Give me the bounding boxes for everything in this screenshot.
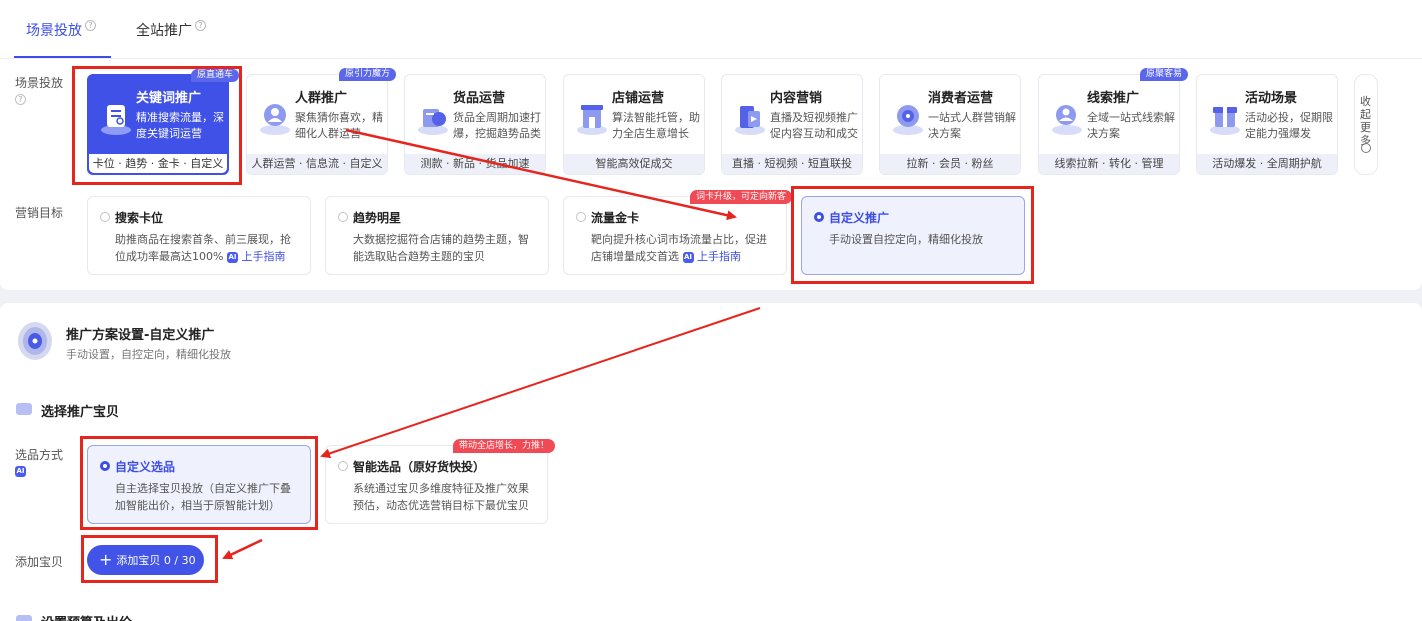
goal-row-label: 营销目标	[15, 206, 64, 220]
scene-card-content[interactable]: 内容营销 直播及短视频推广促内容互动和成交 直播 · 短视频 · 短直联投	[721, 74, 863, 175]
tab-all-site[interactable]: 全站推广?	[136, 20, 206, 40]
radio-button[interactable]	[100, 212, 110, 222]
section-icon	[16, 403, 32, 415]
active-tab-indicator	[14, 56, 111, 58]
scene-row-label: 场景投放?	[15, 76, 64, 105]
scene-card-consumer[interactable]: 消费者运营 一站式人群营销解决方案 拉新 · 会员 · 粉丝	[879, 74, 1021, 175]
store-icon	[577, 105, 607, 135]
activity-icon	[1210, 107, 1240, 135]
scene-card-activity[interactable]: 活动场景 活动必投，促期限定能力强爆发 活动爆发 · 全周期护航	[1196, 74, 1338, 175]
ai-icon: AI	[682, 251, 694, 263]
annotation-box	[72, 66, 242, 185]
card-badge: 原引力魔方	[339, 68, 397, 81]
annotation-box	[80, 436, 318, 530]
leads-icon	[1052, 105, 1082, 135]
scene-card-store[interactable]: 店铺运营 算法智能托管，助力全店生意增长 智能高效促成交	[563, 74, 705, 175]
budget-section-title: 设置预算及出价	[41, 612, 132, 621]
select-section-title: 选择推广宝贝	[41, 405, 120, 420]
ai-icon: AI	[226, 251, 238, 263]
option-badge: 带动全店增长，力推！	[453, 439, 556, 453]
radio-button[interactable]	[338, 461, 348, 471]
ai-icon: AI	[15, 466, 26, 477]
consumer-icon	[893, 105, 923, 135]
card-badge: 原聚客易	[1140, 68, 1189, 81]
annotation-box	[81, 535, 218, 583]
goal-card-trend-star[interactable]: 趋势明星 大数据挖掘符合店铺的趋势主题，智能选取贴合趋势主题的宝贝	[325, 196, 549, 275]
collapse-more-button[interactable]: 收起更多	[1354, 74, 1378, 175]
audience-icon	[260, 104, 290, 135]
plan-subtitle: 手动设置，自控定向，精细化投放	[66, 348, 231, 361]
tab-scene[interactable]: 场景投放?	[26, 20, 96, 40]
add-item-label: 添加宝贝	[15, 555, 64, 569]
plan-title: 推广方案设置-自定义推广	[66, 328, 215, 343]
tab-bar: 场景投放? 全站推广?	[0, 0, 1422, 59]
goal-card-search-slot[interactable]: 搜索卡位 助推商品在搜索首条、前三展现，抢位成功率最高达100% AI 上手指南	[87, 196, 311, 275]
option-smart-select[interactable]: 智能选品（原好货快投） 系统通过宝贝多维度特征及推广效果预估，动态优选营销目标下…	[325, 445, 548, 524]
radio-button[interactable]	[338, 212, 348, 222]
scene-card-leads[interactable]: 线索推广 全域一站式线索解决方案 线索拉新 · 转化 · 管理	[1038, 74, 1180, 175]
select-method-label: 选品方式 AI	[15, 448, 64, 477]
help-icon[interactable]: ?	[85, 20, 96, 31]
radio-button[interactable]	[576, 212, 586, 222]
goal-card-traffic-gold[interactable]: 流量金卡 靶向提升核心词市场流量占比，促进店铺增量成交首选 AI 上手指南	[563, 196, 787, 275]
content-icon	[735, 106, 765, 135]
goal-card-badge: 词卡升级，可定向新客	[690, 190, 793, 204]
clock-icon	[1361, 143, 1371, 153]
scene-card-audience[interactable]: 人群推广 聚焦猜你喜欢，精细化人群运营 人群运营 · 信息流 · 自定义	[246, 74, 388, 175]
section-icon	[16, 615, 32, 621]
guide-link[interactable]: 上手指南	[241, 250, 285, 263]
guide-link[interactable]: 上手指南	[697, 250, 741, 263]
plan-icon	[18, 322, 52, 360]
goods-icon	[418, 109, 448, 135]
help-icon[interactable]: ?	[195, 20, 206, 31]
annotation-box	[791, 186, 1034, 284]
help-icon[interactable]: ?	[15, 94, 26, 105]
scene-card-goods[interactable]: 货品运营 货品全周期加速打爆，挖掘趋势品类 测款 · 新品 · 货品加速	[404, 74, 546, 175]
